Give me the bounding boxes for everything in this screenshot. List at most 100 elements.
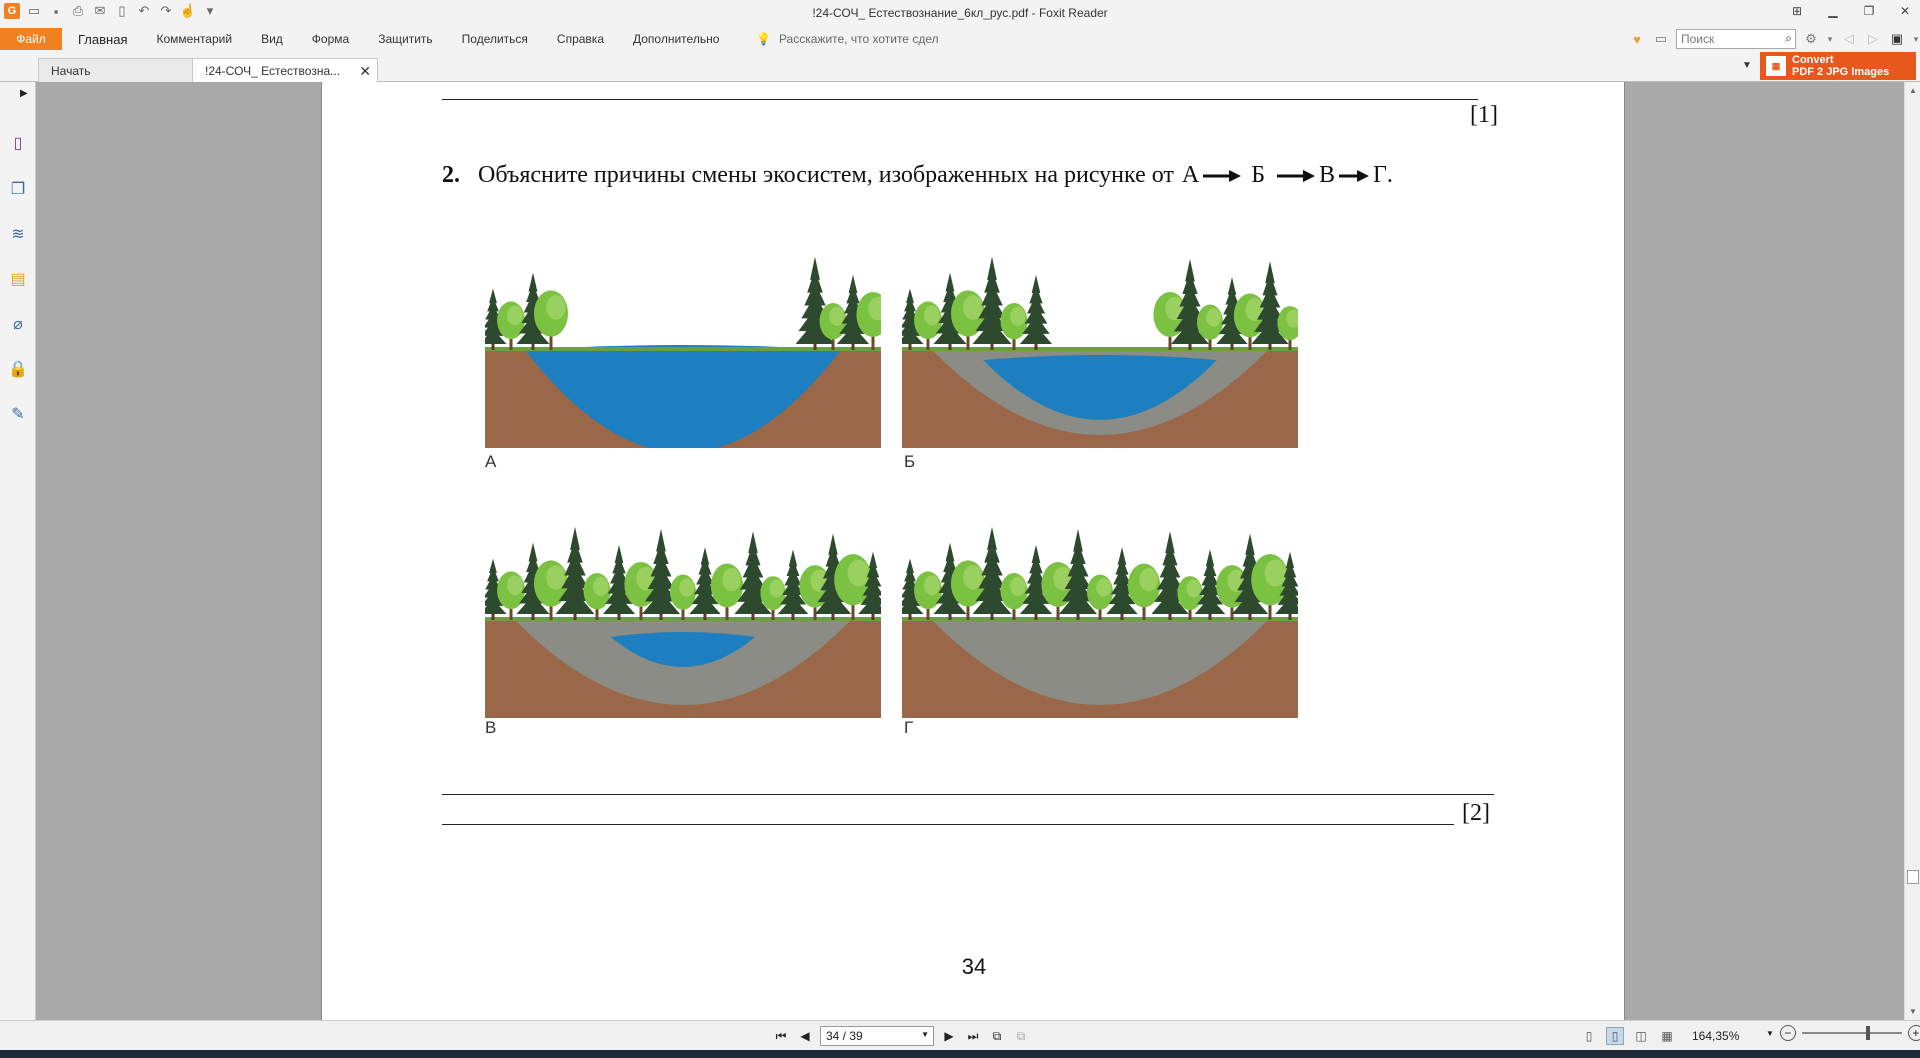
account-dropdown-icon[interactable]: ▾	[1912, 34, 1920, 45]
signature-icon[interactable]: ✎	[7, 403, 29, 425]
continuous-facing-icon[interactable]: ▦	[1658, 1027, 1676, 1045]
attachment-icon[interactable]: ⌀	[7, 313, 29, 335]
user-account-icon[interactable]: ▣	[1888, 31, 1906, 47]
leafy-highlight	[924, 305, 940, 326]
last-page-icon[interactable]: ⏭	[964, 1027, 982, 1045]
grass-edge	[902, 347, 1298, 351]
facing-pages-icon[interactable]: ◫	[1632, 1027, 1650, 1045]
zoom-in-icon[interactable]: +	[1907, 1025, 1920, 1041]
leafy-highlight	[1186, 579, 1201, 598]
document-tab-bar: Начать !24-СОЧ_ Естествозна... ✕	[0, 52, 1920, 82]
leafy-highlight	[507, 575, 523, 596]
tell-me-box[interactable]: 💡 Расскажите, что хотите сдел	[756, 32, 939, 46]
stage-a: А	[1181, 162, 1200, 188]
pages-thumbnail-icon[interactable]: ❐	[7, 178, 29, 200]
document-viewer[interactable]: [1] 2. Объясните причины смены экосистем…	[36, 82, 1904, 1020]
ribbon-tab-home[interactable]: Главная	[78, 32, 127, 47]
page-dropdown-icon[interactable]: ▼	[921, 1030, 929, 1039]
close-window-button[interactable]: ✕	[1896, 2, 1914, 20]
convert-label: Convert PDF 2 JPG Images	[1792, 54, 1889, 78]
tab-list-dropdown-icon[interactable]: ▼	[1742, 60, 1752, 71]
layers-icon[interactable]: ≋	[7, 223, 29, 245]
arrow-icon	[1277, 169, 1316, 182]
panel-label-v: В	[485, 718, 497, 737]
arrow-icon	[1203, 169, 1242, 182]
ribbon-tab-view[interactable]: Вид	[261, 32, 283, 47]
vertical-scrollbar[interactable]: ▲ ▼	[1904, 82, 1920, 1020]
leafy-highlight	[1139, 568, 1158, 592]
single-page-icon[interactable]: ▯	[1580, 1027, 1598, 1045]
page-number-field[interactable]: 34 / 39 ▼	[820, 1026, 934, 1046]
ribbon-tab-help[interactable]: Справка	[557, 32, 604, 47]
continuous-page-icon[interactable]: ▯	[1606, 1027, 1624, 1045]
page-field-value: 34 / 39	[826, 1029, 863, 1043]
close-tab-icon[interactable]: ✕	[359, 63, 371, 80]
panel-label-a: А	[485, 452, 497, 471]
stage-b: Б	[1251, 162, 1266, 188]
lightbulb-icon: 💡	[756, 32, 771, 46]
ribbon-tab-protect[interactable]: Защитить	[378, 32, 432, 47]
navigation-sidebar: ▶ ▯ ❐ ≋ ▤ ⌀ 🔒 ✎	[0, 82, 39, 1020]
scroll-up-icon[interactable]: ▲	[1909, 86, 1917, 95]
arrow-icon	[1339, 169, 1370, 182]
leafy-highlight	[593, 576, 609, 596]
file-menu-button[interactable]: Файл	[0, 28, 62, 50]
security-lock-icon[interactable]: 🔒	[7, 358, 29, 380]
tell-me-text: Расскажите, что хотите сдел	[778, 32, 939, 46]
page-number: 34	[961, 954, 987, 979]
zoom-slider[interactable]	[1801, 1026, 1902, 1040]
grass-edge	[485, 347, 881, 351]
answer-line	[442, 794, 1494, 795]
zoom-out-icon[interactable]: −	[1779, 1025, 1796, 1041]
question-text: Объясните причины смены экосистем, изобр…	[478, 162, 1174, 188]
bookmark-icon[interactable]: ▯	[7, 132, 29, 154]
find-folder-icon[interactable]: ▭	[1652, 31, 1670, 47]
heart-icon[interactable]: ♥	[1628, 32, 1646, 47]
zoom-dropdown-icon[interactable]: ▼	[1766, 1029, 1774, 1038]
previous-view-icon[interactable]: ⧉	[988, 1027, 1006, 1045]
ribbon-tab-extras[interactable]: Дополнительно	[633, 32, 719, 47]
leafy-highlight	[1264, 559, 1287, 587]
scroll-down-icon[interactable]: ▼	[1909, 1007, 1917, 1016]
first-page-icon[interactable]: ⏮	[772, 1027, 790, 1045]
settings-gear-icon[interactable]: ⚙	[1802, 31, 1820, 47]
convert-line1: Convert	[1792, 54, 1834, 66]
ribbon-tab-share[interactable]: Поделиться	[462, 32, 528, 47]
zoom-slider-knob[interactable]	[1865, 1026, 1870, 1040]
leafy-highlight	[963, 565, 983, 590]
comments-icon[interactable]: ▤	[7, 268, 29, 290]
ecosystem-panel-g	[902, 492, 1298, 718]
leafy-highlight	[546, 295, 566, 320]
settings-dropdown-icon[interactable]: ▾	[1826, 34, 1834, 45]
window-title: !24-СОЧ_ Естествознание_6кл_рус.pdf - Fo…	[812, 6, 1108, 20]
leafy-highlight	[546, 565, 566, 590]
back-icon[interactable]: ◁	[1840, 31, 1858, 47]
leafy-highlight	[507, 305, 523, 326]
leafy-highlight	[924, 575, 940, 596]
zoom-level[interactable]: 164,35%	[1692, 1029, 1739, 1043]
expand-sidebar-icon[interactable]: ▶	[20, 88, 28, 99]
ecosystem-panel-a	[485, 222, 881, 448]
previous-page-icon[interactable]: ◀	[796, 1027, 814, 1045]
ribbon-tab-form[interactable]: Форма	[312, 32, 349, 47]
pdf-page: [1] 2. Объясните причины смены экосистем…	[321, 82, 1625, 1020]
next-view-icon[interactable]: ⧉	[1012, 1027, 1030, 1045]
scrollbar-thumb[interactable]	[1907, 870, 1919, 884]
leafy-highlight	[679, 578, 695, 597]
restore-button[interactable]: ❐	[1860, 2, 1878, 20]
forward-icon[interactable]: ▷	[1864, 31, 1882, 47]
tab-document[interactable]: !24-СОЧ_ Естествозна... ✕	[192, 58, 378, 82]
tab-start[interactable]: Начать	[38, 58, 193, 82]
window-controls: ⊞ ▁ ❐ ✕	[1788, 2, 1914, 20]
ribbon-tab-comment[interactable]: Комментарий	[156, 32, 232, 47]
right-tools: ♥ ▭ Поиск ⌕ ⚙ ▾ ◁ ▷ ▣ ▾	[1628, 29, 1920, 49]
status-bar: ⏮ ◀ 34 / 39 ▼ ▶ ⏭ ⧉ ⧉ ▯ ▯ ◫ ▦ 164,35% ▼ …	[0, 1020, 1920, 1050]
convert-pdf-button[interactable]: ▦ Convert PDF 2 JPG Images	[1760, 52, 1916, 80]
search-input[interactable]: Поиск ⌕	[1676, 29, 1796, 49]
ribbon-layout-icon[interactable]: ⊞	[1788, 2, 1806, 20]
score-mark-1: [1]	[1470, 102, 1498, 128]
search-icon[interactable]: ⌕	[1785, 31, 1792, 46]
view-modes: ▯ ▯ ◫ ▦	[1580, 1027, 1676, 1045]
minimize-button[interactable]: ▁	[1824, 2, 1842, 20]
next-page-icon[interactable]: ▶	[940, 1027, 958, 1045]
